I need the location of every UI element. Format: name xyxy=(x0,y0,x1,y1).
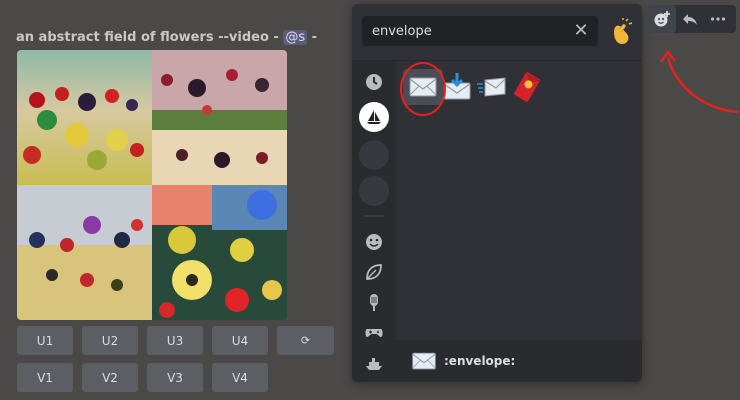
highlight-circle xyxy=(400,62,446,116)
v2-button[interactable]: V2 xyxy=(82,363,138,392)
u4-button[interactable]: U4 xyxy=(212,326,268,355)
grid-image-2 xyxy=(152,50,287,185)
clapping-hands-icon[interactable] xyxy=(608,18,634,46)
category-rail xyxy=(352,61,396,382)
emoji-search-input[interactable] xyxy=(370,22,564,40)
u1-button[interactable]: U1 xyxy=(17,326,73,355)
grid-image-3 xyxy=(17,185,152,320)
prompt-text: an abstract field of flowers --video - xyxy=(16,30,279,45)
prompt-trailing: - xyxy=(307,30,318,45)
u2-button[interactable]: U2 xyxy=(82,326,138,355)
people-smiley-icon[interactable] xyxy=(359,227,389,257)
v1-button[interactable]: V1 xyxy=(17,363,73,392)
emoji-search[interactable]: ✕ xyxy=(362,16,598,46)
add-reaction-icon[interactable] xyxy=(648,5,676,33)
u3-button[interactable]: U3 xyxy=(147,326,203,355)
grid-image-1 xyxy=(17,50,152,185)
picker-header: ✕ xyxy=(352,4,642,61)
reply-icon[interactable] xyxy=(676,5,704,33)
preview-emoji-name: :envelope: xyxy=(444,354,516,368)
server-placeholder[interactable] xyxy=(359,140,389,170)
server-sailboat-icon[interactable] xyxy=(359,102,389,132)
v4-button[interactable]: V4 xyxy=(212,363,268,392)
reroll-button[interactable]: ⟳ xyxy=(277,326,334,355)
recent-clock-icon[interactable] xyxy=(359,67,389,97)
food-popsicle-icon[interactable] xyxy=(359,287,389,317)
annotation-arrow-icon xyxy=(659,50,739,114)
preview-envelope-icon xyxy=(412,352,436,370)
upscale-button-row: U1 U2 U3 U4 ⟳ xyxy=(17,326,334,355)
rail-divider xyxy=(364,215,384,217)
red-envelope-icon[interactable] xyxy=(507,69,547,105)
v3-button[interactable]: V3 xyxy=(147,363,203,392)
clear-search-icon[interactable]: ✕ xyxy=(570,20,592,42)
server-placeholder[interactable] xyxy=(359,176,389,206)
activities-controller-icon[interactable] xyxy=(359,317,389,347)
grid-image-4 xyxy=(152,185,287,320)
user-mention[interactable]: @s xyxy=(283,30,308,45)
more-options-icon[interactable] xyxy=(704,5,732,33)
image-grid[interactable] xyxy=(17,50,287,320)
emoji-preview-footer: :envelope: xyxy=(396,340,642,382)
nature-leaf-icon[interactable] xyxy=(359,257,389,287)
variation-button-row: V1 V2 V3 V4 xyxy=(17,363,268,392)
message-header: an abstract field of flowers --video - @… xyxy=(16,30,317,45)
incoming-envelope-icon[interactable] xyxy=(472,69,512,105)
message-actions xyxy=(648,5,736,33)
travel-boat-icon[interactable] xyxy=(359,349,389,379)
emoji-picker: ✕ xyxy=(352,4,642,382)
